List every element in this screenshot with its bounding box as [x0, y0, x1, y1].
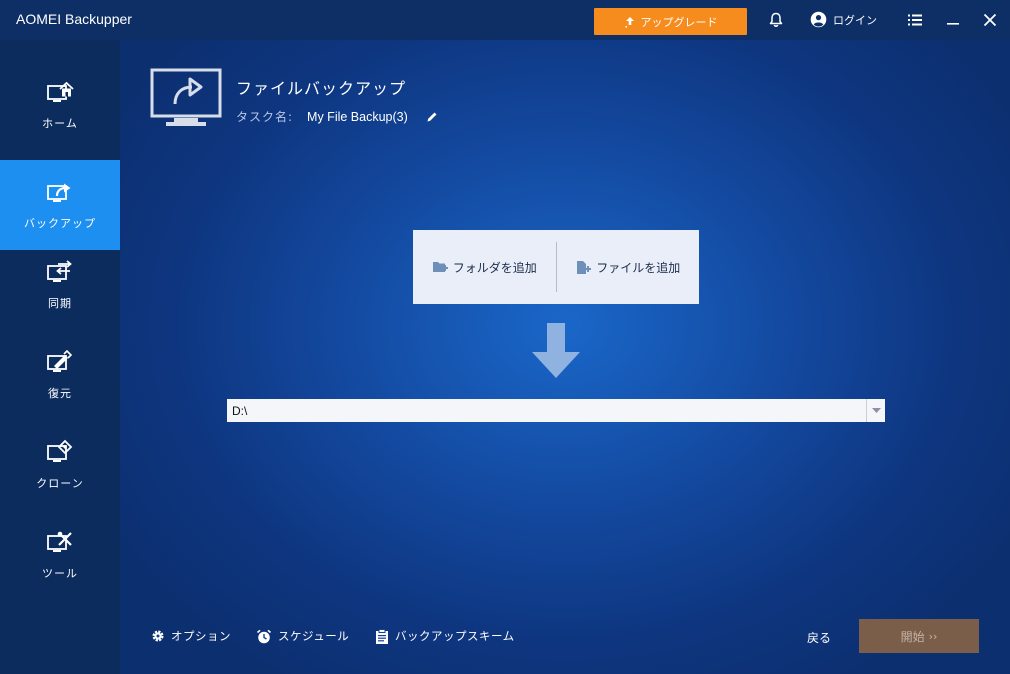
task-name-value: My File Backup(3) — [307, 109, 408, 124]
clock-icon — [256, 629, 272, 643]
bell-icon[interactable] — [767, 11, 785, 29]
login-button[interactable]: ログイン — [810, 11, 877, 28]
sidebar-item-restore[interactable]: 復元 — [0, 330, 120, 420]
restore-icon — [47, 349, 73, 372]
sidebar-item-label: 復元 — [48, 387, 72, 400]
gear-icon — [152, 630, 164, 642]
login-label: ログイン — [833, 13, 877, 27]
start-label: 開始 — [900, 629, 925, 644]
add-folder-label: フォルダを追加 — [452, 260, 537, 275]
sync-icon — [47, 260, 72, 282]
backup-icon — [47, 183, 71, 202]
tools-icon — [47, 531, 72, 552]
backup-scheme-label: バックアップスキーム — [395, 629, 515, 643]
add-source-panel: フォルダを追加 ファイルを追加 — [413, 230, 699, 304]
upgrade-button[interactable]: アップグレード — [594, 8, 747, 35]
app-title: AOMEI Backupper — [16, 11, 132, 27]
add-file-button[interactable]: ファイルを追加 — [557, 230, 700, 304]
sidebar-item-tools[interactable]: ツール — [0, 510, 120, 600]
minimize-icon[interactable] — [944, 11, 962, 29]
folder-add-icon — [432, 262, 448, 272]
dropdown-arrow-icon[interactable] — [866, 399, 885, 422]
clone-icon — [47, 439, 73, 462]
home-icon — [47, 81, 74, 102]
user-icon — [810, 11, 827, 28]
upgrade-label: アップグレード — [640, 15, 718, 29]
schedule-label: スケジュール — [278, 629, 350, 643]
title-bar: AOMEI Backupper アップグレード ログイン — [0, 0, 1010, 41]
close-icon[interactable] — [981, 11, 999, 29]
schedule-button[interactable]: スケジュール — [256, 628, 349, 644]
destination-value: D:\ — [232, 403, 248, 418]
sidebar-item-label: バックアップ — [24, 217, 96, 230]
destination-select[interactable]: D:\ — [227, 399, 885, 422]
app-window: AOMEI Backupper アップグレード ログイン ホーム バックアップ … — [0, 0, 1010, 674]
sidebar-item-clone[interactable]: クローン — [0, 420, 120, 510]
file-backup-monitor-icon — [150, 68, 222, 126]
task-name-label: タスク名: — [236, 110, 294, 124]
sidebar-item-sync[interactable]: 同期 — [0, 240, 120, 330]
back-button[interactable]: 戻る — [807, 629, 831, 646]
page-title: ファイルバックアップ — [236, 79, 407, 98]
start-button[interactable]: 開始 ›› — [859, 619, 979, 653]
add-file-label: ファイルを追加 — [596, 260, 681, 275]
clipboard-icon — [376, 628, 388, 644]
double-chevron-icon: ›› — [928, 629, 938, 643]
main-panel: ファイルバックアップ タスク名: My File Backup(3) フォルダを… — [120, 40, 1010, 674]
sidebar-item-label: クローン — [36, 477, 84, 490]
sidebar-item-label: 同期 — [48, 297, 72, 310]
add-folder-button[interactable]: フォルダを追加 — [413, 230, 556, 304]
upgrade-arrow-icon — [625, 16, 634, 27]
sidebar-item-home[interactable]: ホーム — [0, 60, 120, 150]
menu-icon[interactable] — [906, 11, 924, 29]
sidebar: ホーム バックアップ 同期 復元 クローン ツール — [0, 40, 120, 674]
backup-scheme-button[interactable]: バックアップスキーム — [375, 628, 515, 644]
edit-pencil-icon[interactable] — [426, 111, 438, 123]
sidebar-item-label: ホーム — [42, 117, 78, 130]
options-button[interactable]: オプション — [151, 628, 231, 644]
options-label: オプション — [171, 629, 231, 643]
task-name-row: タスク名: My File Backup(3) — [236, 108, 438, 125]
sidebar-item-backup[interactable]: バックアップ — [0, 160, 120, 250]
file-add-icon — [577, 260, 592, 274]
sidebar-item-label: ツール — [42, 567, 78, 580]
arrow-down-icon — [532, 323, 580, 378]
